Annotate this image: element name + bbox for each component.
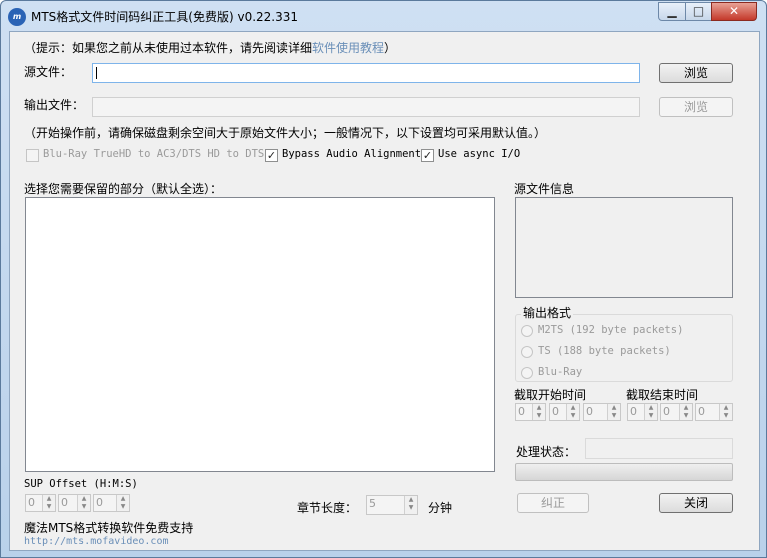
- window-title: MTS格式文件时间码纠正工具(免费版) v0.22.331: [31, 10, 299, 24]
- parts-list[interactable]: [25, 197, 495, 472]
- source-file-input[interactable]: [92, 63, 640, 83]
- bluray-radio[interactable]: [521, 367, 533, 379]
- status-label: 处理状态：: [516, 445, 577, 459]
- minimize-button[interactable]: ▁: [658, 2, 686, 21]
- source-info-box: [515, 197, 733, 298]
- bypass-audio-checkbox[interactable]: ✓: [265, 149, 278, 162]
- window-close-button[interactable]: ✕: [711, 2, 757, 21]
- tutorial-link[interactable]: 软件使用教程: [312, 41, 384, 55]
- m2ts-label: M2TS (192 byte packets): [538, 324, 684, 336]
- start-second-spinner[interactable]: 0 ▲ ▼: [583, 403, 621, 421]
- fix-button[interactable]: 纠正: [517, 493, 589, 513]
- text-cursor: [96, 67, 97, 79]
- source-info-label: 源文件信息: [514, 182, 575, 196]
- progress-bar: [515, 463, 733, 481]
- source-label: 源文件：: [24, 65, 73, 79]
- ts-label: TS (188 byte packets): [538, 345, 671, 357]
- output-browse-button[interactable]: 浏览: [659, 97, 733, 117]
- title-bar[interactable]: m MTS格式文件时间码纠正工具(免费版) v0.22.331 ▁ □ ✕: [1, 1, 766, 31]
- truehd-checkbox[interactable]: [26, 149, 39, 162]
- bypass-audio-label: Bypass Audio Alignment: [282, 148, 422, 160]
- sup-hour-spinner[interactable]: 0 ▲ ▼: [25, 494, 56, 512]
- end-second-spinner[interactable]: 0 ▲ ▼: [695, 403, 733, 421]
- maximize-button[interactable]: □: [685, 2, 712, 21]
- start-minute-spinner[interactable]: 0 ▲ ▼: [549, 403, 580, 421]
- end-time-label: 截取结束时间: [626, 388, 699, 402]
- sup-minute-spinner[interactable]: 0 ▲ ▼: [58, 494, 91, 512]
- support-text: 魔法MTS格式转换软件免费支持: [24, 521, 194, 535]
- m2ts-radio[interactable]: [521, 325, 533, 337]
- async-io-label: Use async I/O: [438, 148, 521, 160]
- notice-text: （开始操作前，请确保磁盘剩余空间大于原始文件大小；一般情况下，以下设置均可采用默…: [24, 126, 547, 140]
- app-window: m MTS格式文件时间码纠正工具(免费版) v0.22.331 ▁ □ ✕ （提…: [0, 0, 767, 558]
- hint-text: （提示：如果您之前从未使用过本软件，请先阅读详细软件使用教程）: [24, 39, 396, 56]
- output-file-input[interactable]: [92, 97, 640, 117]
- app-logo-icon: m: [8, 8, 26, 26]
- hint-prefix: （提示：如果您之前从未使用过本软件，请先阅读详细: [24, 41, 313, 55]
- status-field: [585, 438, 733, 459]
- website-link[interactable]: http://mts.mofavideo.com: [24, 536, 169, 547]
- source-browse-button[interactable]: 浏览: [659, 63, 733, 83]
- output-format-label: 输出格式: [521, 304, 574, 321]
- chapter-length-label: 章节长度：: [297, 501, 358, 515]
- truehd-label: Blu-Ray TrueHD to AC3/DTS HD to DTS: [43, 148, 265, 160]
- chapter-unit: 分钟: [428, 501, 453, 515]
- chapter-length-spinner[interactable]: 5 ▲ ▼: [366, 495, 418, 515]
- async-io-checkbox[interactable]: ✓: [421, 149, 434, 162]
- client-area: （提示：如果您之前从未使用过本软件，请先阅读详细软件使用教程） 源文件： 浏览 …: [9, 31, 760, 551]
- output-label: 输出文件：: [24, 98, 85, 112]
- sup-second-spinner[interactable]: 0 ▲ ▼: [93, 494, 130, 512]
- bluray-label: Blu-Ray: [538, 366, 583, 378]
- start-time-label: 截取开始时间: [514, 388, 587, 402]
- sup-offset-label: SUP Offset (H:M:S): [24, 478, 138, 490]
- ts-radio[interactable]: [521, 346, 533, 358]
- parts-label: 选择您需要保留的部分（默认全选）：: [24, 182, 223, 196]
- start-hour-spinner[interactable]: 0 ▲ ▼: [515, 403, 546, 421]
- hint-suffix: ）: [384, 41, 397, 55]
- end-hour-spinner[interactable]: 0 ▲ ▼: [627, 403, 658, 421]
- close-button[interactable]: 关闭: [659, 493, 733, 513]
- end-minute-spinner[interactable]: 0 ▲ ▼: [660, 403, 693, 421]
